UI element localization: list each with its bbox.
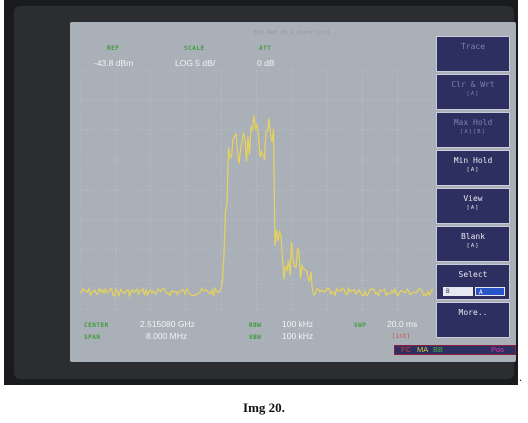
- rbw-label: RBW: [249, 322, 262, 329]
- status-ma: MA: [417, 345, 429, 354]
- center-label: CENTER: [84, 322, 109, 329]
- softkey-more[interactable]: More..: [436, 302, 510, 338]
- softkey-blank[interactable]: Blank [A]: [436, 226, 510, 262]
- status-bb: BB: [433, 345, 444, 354]
- spectrum-graticule: [80, 70, 433, 310]
- att-value: 0 dB: [257, 58, 275, 68]
- trailing-mark: .: [519, 370, 522, 384]
- figure-caption: Img 20.: [243, 400, 285, 415]
- center-value: 2.515080 GHz: [140, 319, 195, 329]
- status-fc: FC: [401, 345, 411, 354]
- ref-label: REF: [107, 45, 120, 52]
- select-option-b[interactable]: B: [443, 287, 473, 296]
- status-pos: Pos: [491, 345, 504, 354]
- softkey-trace[interactable]: Trace: [436, 36, 510, 72]
- softkey-min-hold[interactable]: Min Hold [A]: [436, 150, 510, 186]
- softkey-select[interactable]: Select B A: [436, 264, 510, 300]
- swp-mode: [int]: [392, 333, 411, 340]
- scale-label: SCALE: [184, 45, 205, 52]
- span-value: 8.000 MHz: [146, 331, 188, 341]
- att-label: ATT: [259, 45, 272, 52]
- screen-photo: Ext Ref Ch 1 Instr Ctrl ... REF -43.8 dB…: [4, 0, 518, 385]
- swp-label: SWP: [354, 322, 367, 329]
- ref-value: -43.8 dBm: [94, 58, 134, 68]
- scale-value: LOG 5 dB/: [175, 58, 216, 68]
- rbw-value: 100 kHz: [282, 319, 314, 329]
- vbw-label: VBW: [249, 334, 262, 341]
- vbw-value: 100 kHz: [282, 331, 314, 341]
- softkey-clear-write[interactable]: Clr & Wrt [A]: [436, 74, 510, 110]
- swp-value: 20.0 ms: [387, 319, 418, 329]
- softkey-view[interactable]: View [A]: [436, 188, 510, 224]
- header-status: Ext Ref Ch 1 Instr Ctrl ...: [254, 30, 344, 36]
- span-label: SPAN: [84, 334, 101, 341]
- select-option-a[interactable]: A: [475, 287, 505, 296]
- softkey-max-hold[interactable]: Max Hold [A][B]: [436, 112, 510, 148]
- status-bar: FC MA BB Pos: [394, 345, 516, 355]
